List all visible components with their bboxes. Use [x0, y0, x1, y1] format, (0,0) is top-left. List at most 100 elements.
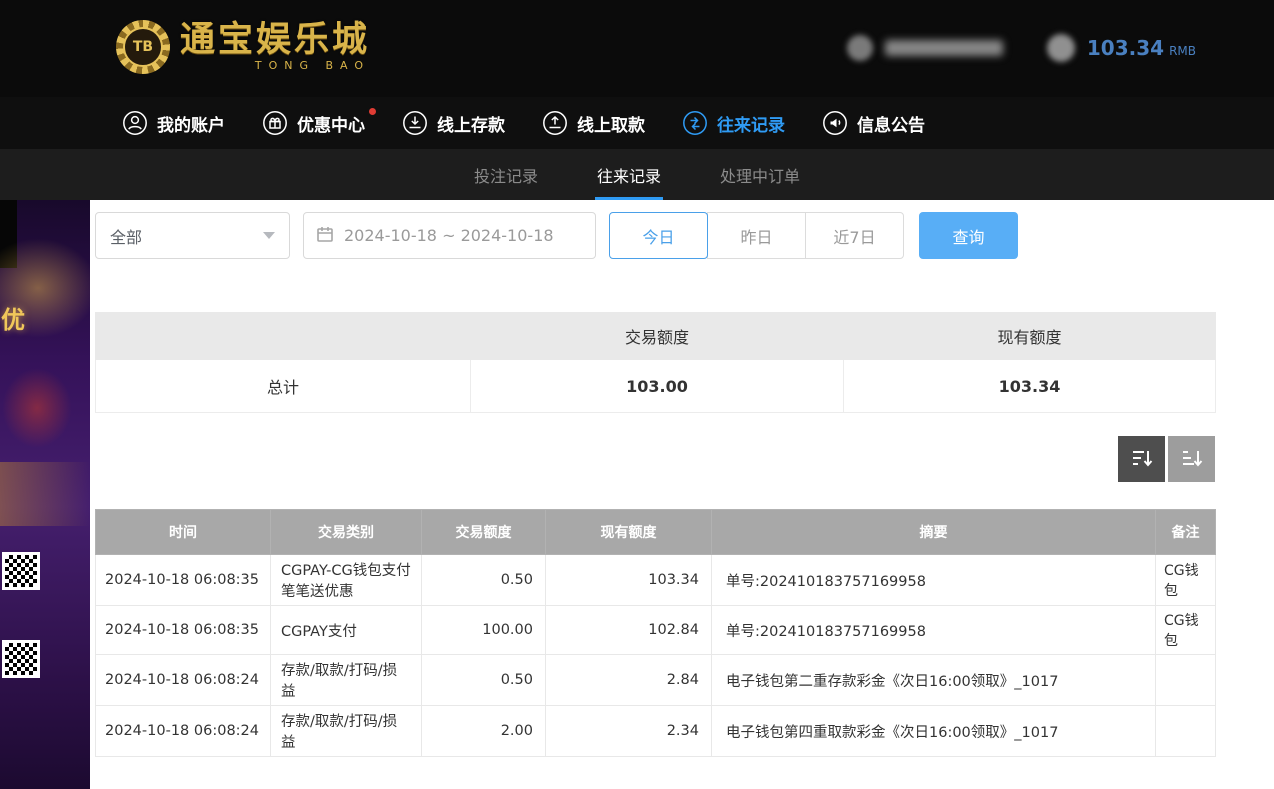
sort-descending-button[interactable] [1118, 436, 1165, 482]
chevron-down-icon [263, 232, 275, 239]
background-art-strip: 优 [0, 200, 90, 789]
cell-time: 2024-10-18 06:08:24 [96, 706, 271, 757]
record-subtabs: 投注记录 往来记录 处理中订单 [0, 149, 1274, 200]
red-glow-decor [2, 368, 72, 448]
cell-note: CG钱包 [1156, 555, 1216, 606]
notification-dot [369, 108, 376, 115]
cell-type: 存款/取款/打码/损益 [271, 655, 422, 706]
balance-coin-icon [1047, 34, 1075, 62]
nav-item-transaction-records[interactable]: 往来记录 [682, 110, 785, 136]
withdraw-icon [542, 110, 568, 136]
table-row: 2024-10-18 06:08:35 CGPAY支付 100.00 102.8… [96, 606, 1216, 655]
search-button[interactable]: 查询 [919, 212, 1018, 259]
announcement-icon [822, 110, 848, 136]
main-content: 全部 2024-10-18 ~ 2024-10-18 今日 昨日 近7日 查询 [90, 200, 1274, 789]
gold-band-decor [0, 462, 90, 526]
nav-item-withdraw[interactable]: 线上取款 [542, 110, 645, 136]
table-row: 2024-10-18 06:08:24 存款/取款/打码/损益 0.50 2.8… [96, 655, 1216, 706]
gift-icon [262, 110, 288, 136]
tab-bet-records[interactable]: 投注记录 [472, 149, 540, 200]
quick-range-7days-button[interactable]: 近7日 [805, 212, 904, 259]
nav-item-announcements[interactable]: 信息公告 [822, 110, 925, 136]
summary-total-label: 总计 [96, 360, 471, 413]
cell-summary: 单号:202410183757169958 [712, 606, 1156, 655]
records-section: 时间 交易类别 交易额度 现有额度 摘要 备注 2024-10-18 06:08… [95, 509, 1215, 757]
summary-total-balance: 103.34 [844, 360, 1216, 413]
transactions-icon [682, 110, 708, 136]
site-subtitle: TONG BAO [255, 59, 370, 72]
date-range-picker[interactable]: 2024-10-18 ~ 2024-10-18 [303, 212, 596, 259]
sort-controls [95, 436, 1215, 482]
category-select[interactable]: 全部 [95, 212, 290, 259]
nav-label: 优惠中心 [297, 111, 365, 136]
deposit-icon [402, 110, 428, 136]
quick-range-yesterday-button[interactable]: 昨日 [707, 212, 806, 259]
nav-item-deposit[interactable]: 线上存款 [402, 110, 505, 136]
balance-amount: 103.34 [1087, 36, 1164, 60]
cell-time: 2024-10-18 06:08:35 [96, 606, 271, 655]
cell-balance: 103.34 [546, 555, 712, 606]
cell-note [1156, 655, 1216, 706]
calendar-icon [316, 225, 334, 247]
nav-label: 线上取款 [577, 111, 645, 136]
nav-item-promotions[interactable]: 优惠中心 [262, 110, 365, 136]
user-account-area[interactable]: 103.34 RMB [847, 34, 1196, 62]
table-row: 2024-10-18 06:08:24 存款/取款/打码/损益 2.00 2.3… [96, 706, 1216, 757]
nav-label: 信息公告 [857, 111, 925, 136]
tab-transaction-records[interactable]: 往来记录 [595, 149, 663, 200]
username-blurred [885, 40, 1003, 56]
cell-summary: 单号:202410183757169958 [712, 555, 1156, 606]
main-navbar: 我的账户 优惠中心 线上存款 线上取款 往来记录 [0, 97, 1274, 149]
page-root: 优 TB 通宝娱乐城 TONG BAO 103.34 RMB [0, 0, 1274, 789]
cell-balance: 2.84 [546, 655, 712, 706]
cell-summary: 电子钱包第二重存款彩金《次日16:00领取》_1017 [712, 655, 1156, 706]
cell-type: 存款/取款/打码/损益 [271, 706, 422, 757]
cell-amount: 100.00 [422, 606, 546, 655]
summary-total-row: 总计 103.00 103.34 [96, 360, 1216, 413]
cell-balance: 102.84 [546, 606, 712, 655]
category-select-value: 全部 [110, 224, 142, 248]
user-avatar-blurred [847, 35, 873, 61]
quick-range-today-button[interactable]: 今日 [609, 212, 708, 259]
col-header-summary: 摘要 [712, 510, 1156, 555]
col-header-note: 备注 [1156, 510, 1216, 555]
cell-balance: 2.34 [546, 706, 712, 757]
cell-time: 2024-10-18 06:08:35 [96, 555, 271, 606]
cell-amount: 0.50 [422, 555, 546, 606]
tab-processing-orders[interactable]: 处理中订单 [718, 149, 802, 200]
nav-label: 线上存款 [437, 111, 505, 136]
balance-display: 103.34 RMB [1087, 36, 1196, 60]
cell-note: CG钱包 [1156, 606, 1216, 655]
col-header-type: 交易类别 [271, 510, 422, 555]
table-row: 2024-10-18 06:08:35 CGPAY-CG钱包支付笔笔送优惠 0.… [96, 555, 1216, 606]
cell-type: CGPAY支付 [271, 606, 422, 655]
top-header-bar: TB 通宝娱乐城 TONG BAO 103.34 RMB [0, 0, 1274, 97]
sort-ascending-button[interactable] [1168, 436, 1215, 482]
cell-amount: 0.50 [422, 655, 546, 706]
summary-section: 交易额度 现有额度 总计 103.00 103.34 [95, 312, 1215, 413]
quick-range-group: 今日 昨日 近7日 [609, 212, 904, 259]
qr-code-decor [2, 552, 40, 590]
cell-amount: 2.00 [422, 706, 546, 757]
filter-row: 全部 2024-10-18 ~ 2024-10-18 今日 昨日 近7日 查询 [95, 212, 1215, 259]
summary-table: 交易额度 现有额度 总计 103.00 103.34 [95, 312, 1216, 413]
cell-summary: 电子钱包第四重取款彩金《次日16:00领取》_1017 [712, 706, 1156, 757]
balance-currency: RMB [1169, 44, 1196, 58]
coin-logo-icon: TB [116, 20, 170, 74]
col-header-amount: 交易额度 [422, 510, 546, 555]
date-range-value: 2024-10-18 ~ 2024-10-18 [344, 226, 554, 245]
summary-header-blank [96, 313, 471, 360]
background-art-character: 优 [1, 300, 25, 335]
cell-type: CGPAY-CG钱包支付笔笔送优惠 [271, 555, 422, 606]
account-icon [122, 110, 148, 136]
records-table: 时间 交易类别 交易额度 现有额度 摘要 备注 2024-10-18 06:08… [95, 509, 1216, 757]
col-header-time: 时间 [96, 510, 271, 555]
col-header-balance: 现有额度 [546, 510, 712, 555]
site-title: 通宝娱乐城 [180, 22, 370, 59]
nav-label: 往来记录 [717, 111, 785, 136]
site-logo[interactable]: TB 通宝娱乐城 TONG BAO [116, 20, 370, 74]
summary-header-balance: 现有额度 [844, 313, 1216, 360]
nav-item-my-account[interactable]: 我的账户 [122, 110, 225, 136]
qr-code-decor [2, 640, 40, 678]
summary-header-transaction: 交易额度 [471, 313, 844, 360]
